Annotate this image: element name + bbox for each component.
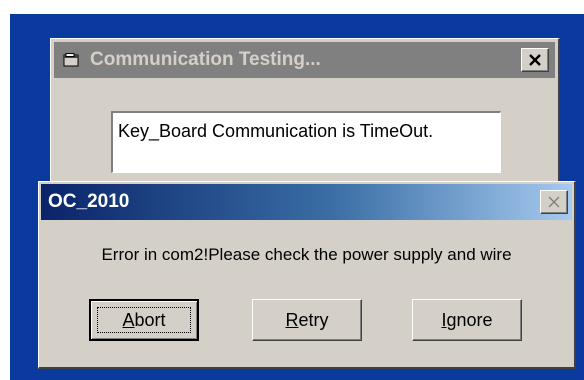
retry-button[interactable]: Retry: [252, 299, 362, 341]
communication-testing-window: Communication Testing... Key_Board Commu…: [50, 38, 560, 188]
dialog-titlebar[interactable]: OC_2010: [41, 184, 572, 220]
window-title: Communication Testing...: [90, 49, 321, 70]
dialog-close-button[interactable]: [540, 190, 568, 214]
abort-label-rest: bort: [134, 309, 166, 330]
dialog-message: Error in com2!Please check the power sup…: [101, 245, 512, 264]
ignore-label-rest: gnore: [446, 309, 493, 330]
retry-label-rest: etry: [298, 309, 329, 330]
ignore-button[interactable]: Ignore: [412, 299, 522, 341]
close-button[interactable]: [521, 48, 549, 72]
close-icon: [529, 54, 541, 66]
close-icon: [548, 196, 560, 208]
window-titlebar[interactable]: Communication Testing...: [54, 42, 555, 78]
error-dialog: OC_2010 Error in com2!Please check the p…: [38, 181, 576, 369]
dialog-title: OC_2010: [48, 191, 130, 212]
abort-mnemonic: A: [122, 309, 135, 330]
retry-mnemonic: R: [285, 309, 299, 330]
abort-button[interactable]: Abort: [89, 299, 199, 341]
app-window-icon: [63, 52, 79, 67]
status-message-box: Key_Board Communication is TimeOut.: [111, 111, 501, 173]
status-message-text: Key_Board Communication is TimeOut.: [118, 121, 434, 141]
